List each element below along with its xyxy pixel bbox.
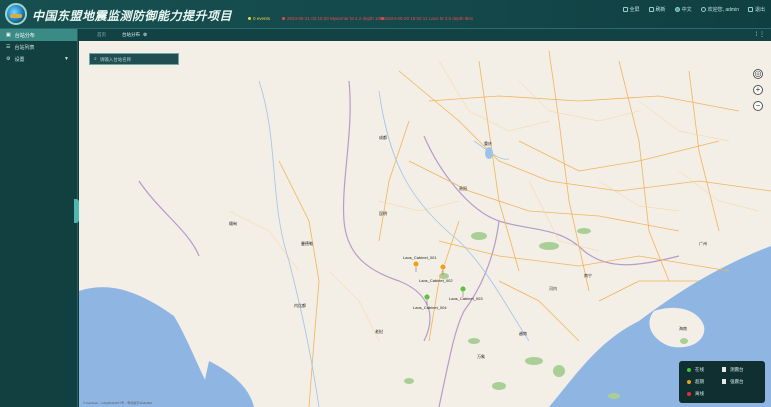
search-input[interactable] (99, 56, 175, 62)
tab-station-map[interactable]: 台站分布 ⊗ (118, 31, 151, 39)
place-label: 南宁 (584, 273, 592, 278)
ticker-dot-icon (282, 17, 285, 21)
tab-bar: 首页 台站分布 ⊗ ⁞ ⋮ (79, 29, 771, 41)
station-label[interactable]: Laos_Cabinet_004 (413, 305, 447, 310)
station-search: ⌕ (89, 53, 179, 65)
place-label: 万象 (477, 354, 485, 359)
place-label: 河内 (549, 286, 557, 291)
language-icon (674, 7, 680, 12)
station-label[interactable]: Laos_Cabinet_003 (449, 296, 483, 301)
map-copyright: © AutoNavi – GS(2023)4677号 – 甲测资字1111109… (83, 401, 152, 405)
sidebar: ▣ 台站分布 ☰ 台站列表 ⚙ 设置 ▼ (0, 29, 78, 407)
station-label[interactable]: Laos_Cabinet_001 (403, 255, 437, 260)
place-label: 重庆 (484, 141, 492, 146)
legend-item-overdue: 超期 (687, 378, 722, 385)
place-label: 曼德勒 (301, 241, 313, 246)
legend-item-offline: 离线 (687, 391, 722, 398)
map-view[interactable]: Laos_Cabinet_001 Laos_Cabinet_002 Laos_C… (79, 41, 771, 407)
app-title: 中国东盟地震监测防御能力提升项目 (32, 9, 233, 23)
status-dot-icon (687, 379, 691, 384)
tab-menu-icon[interactable]: ⁞ ⋮ (756, 31, 765, 38)
sidebar-item-label: 设置 (14, 56, 25, 63)
fullscreen-button[interactable]: 全屏 (622, 6, 640, 13)
logout-icon (747, 7, 753, 12)
project-logo (5, 3, 27, 25)
place-label: 昆明 (379, 211, 387, 216)
legend-item-strong-motion: 强震台 (722, 378, 757, 385)
sidebar-item-settings[interactable]: ⚙ 设置 ▼ (0, 53, 77, 65)
strong-motion-station-icon (722, 379, 726, 385)
place-label: 海南 (679, 326, 687, 331)
station-label[interactable]: Laos_Cabinet_002 (419, 278, 453, 283)
ticker-dot-icon (381, 17, 384, 21)
place-label: 广州 (699, 241, 707, 246)
app-header: 中国东盟地震监测防御能力提升项目 0 events 2024-05-21 02:… (0, 0, 771, 29)
locate-icon[interactable]: ◎ (753, 69, 763, 79)
place-label: 内比都 (294, 303, 306, 308)
refresh-icon (648, 7, 654, 12)
zoom-out-button[interactable]: − (753, 101, 763, 111)
ticker-item: 0 events (248, 16, 270, 21)
close-icon[interactable]: ⊗ (143, 32, 147, 38)
sidebar-item-station-list[interactable]: ☰ 台站列表 (0, 41, 77, 53)
user-menu[interactable]: 欢迎您, admin (700, 6, 739, 13)
user-icon (700, 7, 706, 12)
ticker-item[interactable]: 2024-05-20 18:02:11 Laos M 3.6 depth 8km (381, 16, 473, 21)
place-label: 成都 (379, 135, 387, 140)
map-controls: ◎ + − (753, 69, 763, 111)
place-label: 老挝 (375, 329, 383, 334)
base-map (79, 50, 771, 407)
settings-icon: ⚙ (6, 56, 11, 62)
status-dot-icon (687, 367, 691, 372)
language-button[interactable]: 中文 (674, 6, 692, 13)
screen-icon (622, 7, 628, 12)
place-label: 贵阳 (459, 186, 467, 191)
refresh-button[interactable]: 刷新 (648, 6, 666, 13)
list-icon: ☰ (6, 44, 11, 50)
search-icon: ⌕ (94, 56, 97, 62)
place-label: 越南 (519, 331, 527, 336)
map-icon: ▣ (6, 32, 11, 38)
header-actions: 全屏 刷新 中文 欢迎您, admin 退出 (622, 6, 765, 13)
place-label: 缅甸 (229, 221, 237, 226)
status-dot-icon (687, 392, 691, 397)
chevron-down-icon: ▼ (64, 56, 69, 62)
sidebar-item-label: 台站分布 (14, 32, 35, 39)
sidebar-item-label: 台站列表 (14, 44, 35, 51)
zoom-in-button[interactable]: + (753, 85, 763, 95)
legend-item-online: 在线 (687, 366, 722, 373)
tab-home[interactable]: 首页 (93, 31, 110, 39)
map-legend: 在线 测震台 超期 强震台 离线 (679, 361, 765, 403)
sidebar-item-station-map[interactable]: ▣ 台站分布 (0, 29, 77, 41)
seismic-station-icon (722, 367, 726, 373)
logout-button[interactable]: 退出 (747, 6, 765, 13)
ticker-dot-icon (248, 17, 251, 21)
legend-item-seismic: 测震台 (722, 366, 757, 373)
ticker-item[interactable]: 2024-05-21 02:15:33 Myanmar M 4.2 depth … (282, 16, 386, 21)
